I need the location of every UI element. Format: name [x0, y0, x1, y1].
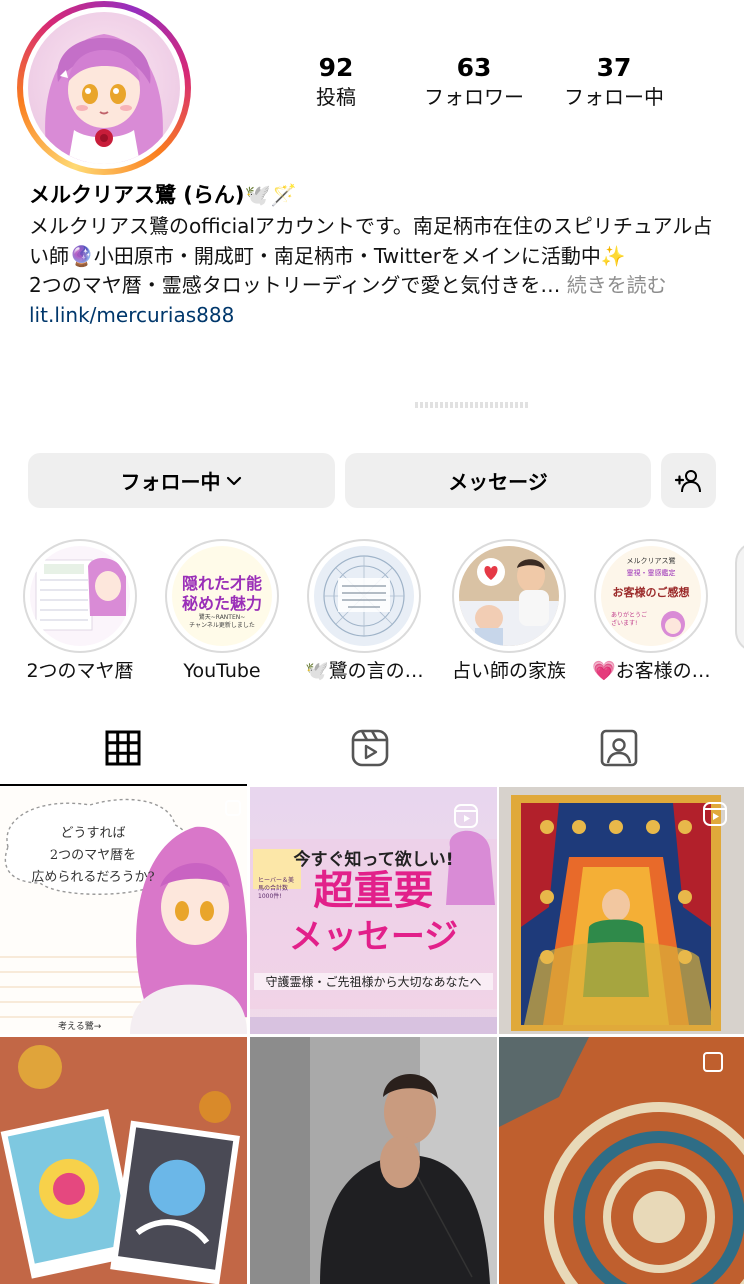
reel-icon — [454, 804, 478, 828]
post-2-headline-1: 超重要 — [313, 867, 434, 914]
post-1-title-line1: どうすれば — [60, 826, 126, 841]
post-thumbnail-6[interactable] — [499, 1037, 744, 1284]
bio-line-1: メルクリアス鷺のofficialアカウントです。南足柄市在住のスピリチュアル占い… — [29, 214, 713, 268]
post-thumbnail-1[interactable]: どうすれば 2つのマヤ暦を 広められるだろうか? 考える鷺→ — [0, 787, 247, 1034]
post-thumbnail-4[interactable] — [0, 1037, 247, 1284]
highlight-customer-label: 💗お客様の… — [592, 660, 711, 682]
post-1-title-line3: 広められるだろうか? — [31, 870, 155, 885]
post-thumbnail-3[interactable] — [499, 787, 744, 1034]
following-button[interactable]: フォロー中 — [28, 453, 335, 508]
post-thumbnail-5[interactable] — [250, 1037, 497, 1284]
reels-tab-icon[interactable] — [348, 726, 392, 770]
chevron-down-icon — [226, 476, 241, 485]
profile-link[interactable]: lit.link/mercurias888 — [29, 303, 234, 327]
stat-followers[interactable]: 63 フォロワー — [399, 52, 549, 110]
post-1-title-line2: 2つのマヤ暦を — [49, 848, 137, 863]
post-2-bottom-text: 守護霊様・ご先祖様から大切なあなたへ — [254, 973, 493, 990]
highlight-next-partial[interactable] — [735, 541, 744, 653]
highlight-family-label: 占い師の家族 — [451, 660, 566, 682]
post-thumbnail-2[interactable]: ヒーバー＆美馬の合計数1000件! 今すぐ知って欲しい! 超重要 メッセージ 守… — [250, 787, 497, 1034]
post-1-caption: 考える鷺→ — [58, 1022, 102, 1032]
following-count: 37 — [596, 53, 632, 82]
avatar-illustration — [45, 34, 163, 164]
message-button[interactable]: メッセージ — [345, 453, 651, 508]
highlight-maya-cover — [30, 546, 130, 646]
posts-count: 92 — [318, 53, 354, 82]
post-2-headline-2: メッセージ — [288, 917, 459, 957]
highlight-family-cover — [459, 546, 559, 646]
suggest-users-button[interactable] — [661, 453, 716, 508]
followers-label: フォロワー — [424, 85, 524, 109]
following-button-label: フォロー中 — [120, 470, 221, 494]
followers-count: 63 — [456, 53, 492, 82]
highlight-words-label: 🕊️鷺の言の… — [305, 660, 424, 682]
stat-following[interactable]: 37 フォロー中 — [539, 52, 689, 110]
highlight-family[interactable]: 占い師の家族 — [450, 539, 568, 684]
bio-line-2-text: 2つのマヤ暦・霊感タロットリーディングで愛と気付きを… — [29, 273, 561, 297]
profile-avatar-ring[interactable] — [17, 1, 191, 175]
active-tab-indicator — [0, 784, 247, 786]
following-label: フォロー中 — [564, 85, 664, 109]
add-person-icon — [674, 469, 701, 492]
stat-posts[interactable]: 92 投稿 — [261, 52, 411, 110]
profile-bio: メルクリアス鷺のofficialアカウントです。南足柄市在住のスピリチュアル占い… — [29, 212, 729, 330]
read-more-link[interactable]: 続きを読む — [567, 273, 667, 297]
highlight-youtube-cover: 隠れた才能 秘めた魅力 鷺天~RANTEN~ チャンネル更新しました — [172, 546, 272, 646]
avatar — [28, 12, 180, 164]
highlight-customer[interactable]: メルクリアス鷺 霊視・霊感鑑定 お客様のご感想 ありがとうございます! 💗お客様… — [592, 539, 711, 684]
highlight-maya-label: 2つのマヤ暦 — [26, 660, 134, 682]
tagged-tab-icon[interactable] — [597, 726, 641, 770]
grid-tab-icon[interactable] — [101, 726, 145, 770]
profile-name: メルクリアス鷺 (らん)🕊️🪄 — [29, 183, 297, 207]
highlight-words-cover — [314, 546, 414, 646]
highlight-youtube[interactable]: 隠れた才能 秘めた魅力 鷺天~RANTEN~ チャンネル更新しました YouTu… — [163, 539, 281, 684]
highlight-youtube-label: YouTube — [183, 660, 261, 682]
highlight-words[interactable]: 🕊️鷺の言の… — [305, 539, 424, 684]
posts-label: 投稿 — [316, 85, 356, 109]
highlight-customer-cover: メルクリアス鷺 霊視・霊感鑑定 お客様のご感想 ありがとうございます! — [601, 546, 701, 646]
bio-line-2: 2つのマヤ暦・霊感タロットリーディングで愛と気付きを… 続きを読む — [29, 271, 729, 301]
divider — [415, 402, 530, 408]
highlight-maya[interactable]: 2つのマヤ暦 — [21, 539, 139, 684]
message-button-label: メッセージ — [448, 470, 548, 494]
